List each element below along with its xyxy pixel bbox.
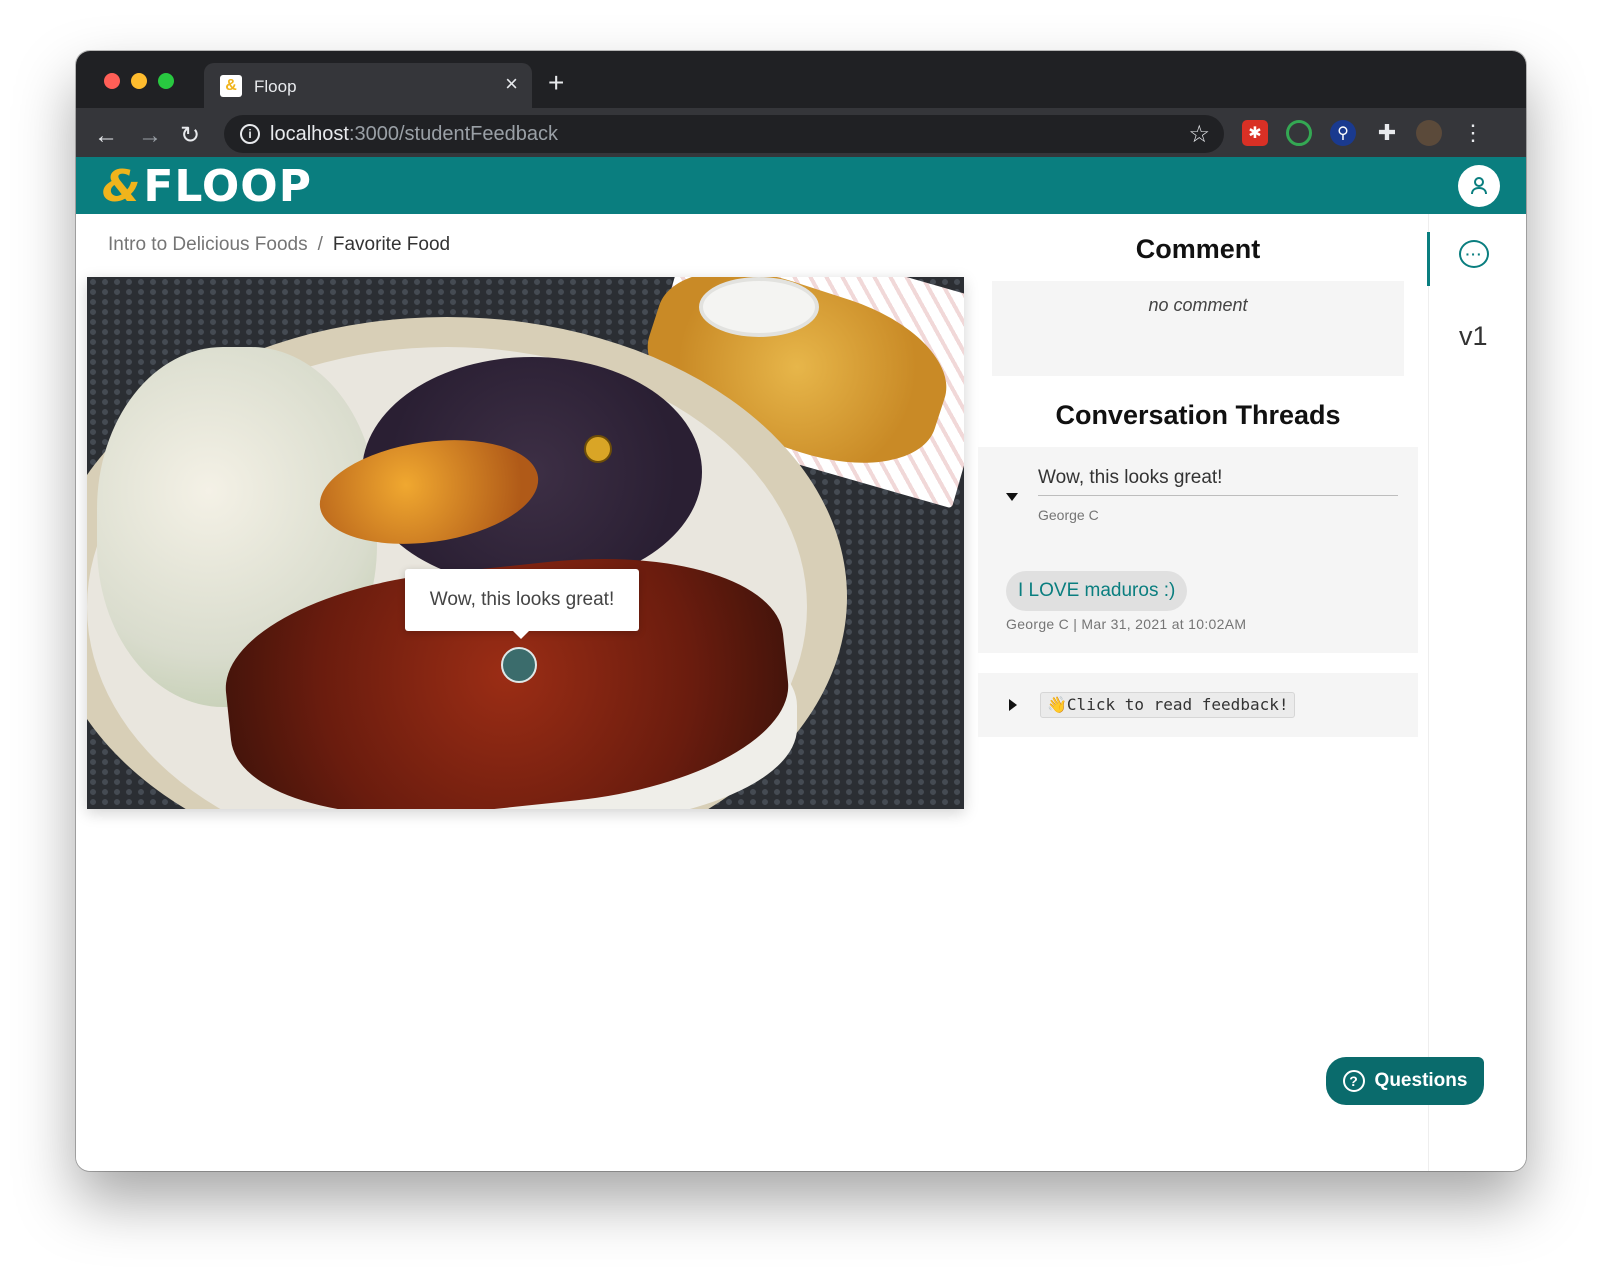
reply-meta: George C | Mar 31, 2021 at 10:02AM — [1006, 616, 1247, 632]
annotation-pin-teal[interactable] — [501, 647, 537, 683]
forward-arrow-icon[interactable]: → — [138, 124, 162, 148]
version-label[interactable]: v1 — [1459, 321, 1488, 352]
maximize-window-button[interactable] — [158, 73, 174, 89]
breadcrumb-assignment: Favorite Food — [332, 234, 451, 255]
reply-message: I LOVE maduros :) — [1006, 571, 1188, 611]
comment-text: no comment — [1148, 295, 1248, 315]
user-account-button[interactable] — [1458, 165, 1500, 207]
app-header: &FLOOP — [76, 157, 1526, 214]
breadcrumb: Intro to Delicious Foods / Favorite Food — [108, 234, 450, 256]
tab-bar: & Floop × + — [76, 51, 1526, 108]
url-text: localhost:3000/studentFeedback — [270, 123, 558, 146]
right-rail: ··· v1 — [1427, 214, 1526, 1171]
breadcrumb-course-link[interactable]: Intro to Delicious Foods — [108, 234, 308, 255]
expand-caret-icon[interactable] — [1009, 699, 1017, 711]
extensions-puzzle-icon[interactable]: ✚ — [1374, 120, 1400, 146]
breadcrumb-separator: / — [317, 234, 323, 255]
floop-favicon-icon: & — [220, 75, 242, 97]
address-bar[interactable]: i localhost:3000/studentFeedback ☆ — [224, 115, 1224, 153]
food-photo — [87, 277, 964, 809]
annotation-pin-yellow[interactable] — [584, 435, 612, 463]
close-window-button[interactable] — [104, 73, 120, 89]
chat-bubble-icon[interactable]: ··· — [1459, 240, 1489, 268]
conversation-threads-title: Conversation Threads — [1055, 400, 1341, 430]
profile-avatar[interactable] — [1416, 120, 1442, 146]
tab-title: Floop — [254, 77, 297, 96]
extension-1-icon[interactable]: ✱ — [1242, 120, 1268, 146]
reload-icon[interactable]: ↻ — [180, 124, 200, 148]
logo-mark: & — [102, 161, 142, 212]
comment-title: Comment — [1135, 234, 1261, 264]
read-feedback-button[interactable]: 👋Click to read feedback! — [1040, 692, 1296, 718]
annotation-tooltip: Wow, this looks great! — [405, 569, 639, 639]
floop-logo[interactable]: &FLOOP — [102, 163, 312, 211]
logo-text: FLOOP — [143, 161, 312, 212]
thread-author: George C — [1038, 507, 1099, 523]
site-info-icon[interactable]: i — [240, 124, 260, 144]
feedback-panel: Comment no comment Conversation Threads … — [978, 214, 1418, 1171]
collapse-caret-icon[interactable] — [1006, 493, 1018, 501]
browser-menu-icon[interactable]: ⋮ — [1460, 120, 1486, 146]
question-mark-icon: ? — [1342, 1070, 1365, 1092]
thread-item: Wow, this looks great! George C I LOVE m… — [978, 447, 1418, 653]
user-icon — [1471, 177, 1487, 195]
main-content: Intro to Delicious Foods / Favorite Food W… — [76, 214, 1526, 1171]
close-tab-icon[interactable]: × — [505, 73, 518, 95]
new-tab-icon[interactable]: + — [548, 69, 564, 97]
minimize-window-button[interactable] — [131, 73, 147, 89]
questions-button[interactable]: ? Questions — [1326, 1057, 1484, 1105]
thread-item: 👋Click to read feedback! — [978, 673, 1418, 737]
back-arrow-icon[interactable]: ← — [94, 124, 118, 148]
extension-3-icon[interactable]: ⚲ — [1330, 120, 1356, 146]
active-indicator — [1427, 232, 1430, 286]
comment-box: no comment — [992, 281, 1404, 376]
bookmark-star-icon[interactable]: ☆ — [1188, 120, 1210, 149]
url-path: :3000/studentFeedback — [348, 123, 558, 145]
browser-tab[interactable]: & Floop × — [204, 63, 532, 108]
submission-image[interactable]: Wow, this looks great! — [87, 277, 964, 809]
extension-2-icon[interactable] — [1286, 120, 1312, 146]
browser-window: & Floop × + ← → ↻ i localhost:3000/stude… — [76, 51, 1526, 1171]
questions-label: Questions — [1374, 1070, 1468, 1091]
thread-heading: Wow, this looks great! — [1038, 467, 1398, 496]
url-host: localhost — [270, 123, 349, 145]
